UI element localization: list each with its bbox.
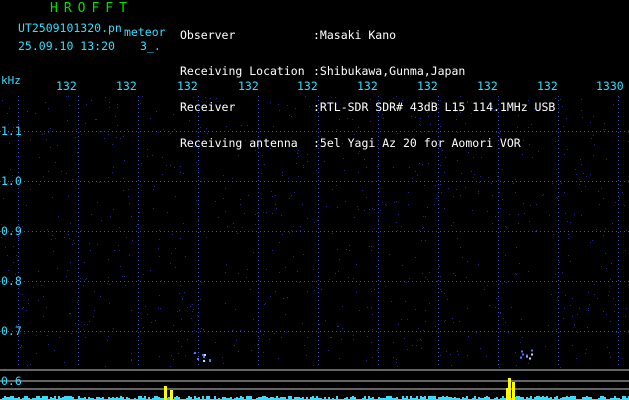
x-tick-label: 1330: [596, 79, 624, 93]
location-label: Receiving Location: [180, 64, 305, 78]
y-tick-label: 1.0: [1, 174, 22, 188]
meteor-echo: [520, 349, 533, 360]
receiver-value: :RTL-SDR SDR# 43dB L15 114.1MHz USB: [313, 100, 556, 114]
observer-value: :Masaki Kano: [313, 28, 397, 42]
time-axis-row: 132 132 132 132 132 132 132 132 132 1330: [0, 79, 629, 95]
observer-label: Observer: [180, 28, 236, 42]
y-tick-label: 1.1: [1, 124, 22, 138]
x-tick-label: 132: [537, 79, 558, 93]
x-tick-label: 132: [417, 79, 438, 93]
meteor-echo: [194, 352, 211, 362]
app-title: HROFFT: [50, 1, 133, 16]
antenna-label: Receiving antenna: [180, 136, 298, 150]
event-counter: 3_.: [140, 39, 161, 53]
date-time: 25.09.10 13:20: [18, 39, 115, 53]
y-tick-label: 0.8: [1, 274, 22, 288]
x-tick-label: 132: [357, 79, 378, 93]
x-tick-label: 132: [238, 79, 259, 93]
antenna-value: :5el Yagi Az 20 for Aomori VOR: [313, 136, 521, 150]
y-tick-label: 0.7: [1, 324, 22, 338]
x-tick-label: 132: [477, 79, 498, 93]
location-value: :Shibukawa,Gunma,Japan: [313, 64, 466, 78]
meteor-tag: meteor: [124, 25, 166, 39]
x-tick-label: 132: [56, 79, 77, 93]
y-tick-label: 0.9: [1, 224, 22, 238]
y-tick-label: 0.6: [1, 374, 22, 388]
meteor-echo-layer: [194, 349, 533, 362]
file-name: UT2509101320.pn: [18, 21, 122, 35]
receiver-label: Receiver: [180, 100, 236, 114]
x-tick-label: 132: [297, 79, 318, 93]
x-tick-label: 132: [177, 79, 198, 93]
x-tick-label: 132: [116, 79, 137, 93]
